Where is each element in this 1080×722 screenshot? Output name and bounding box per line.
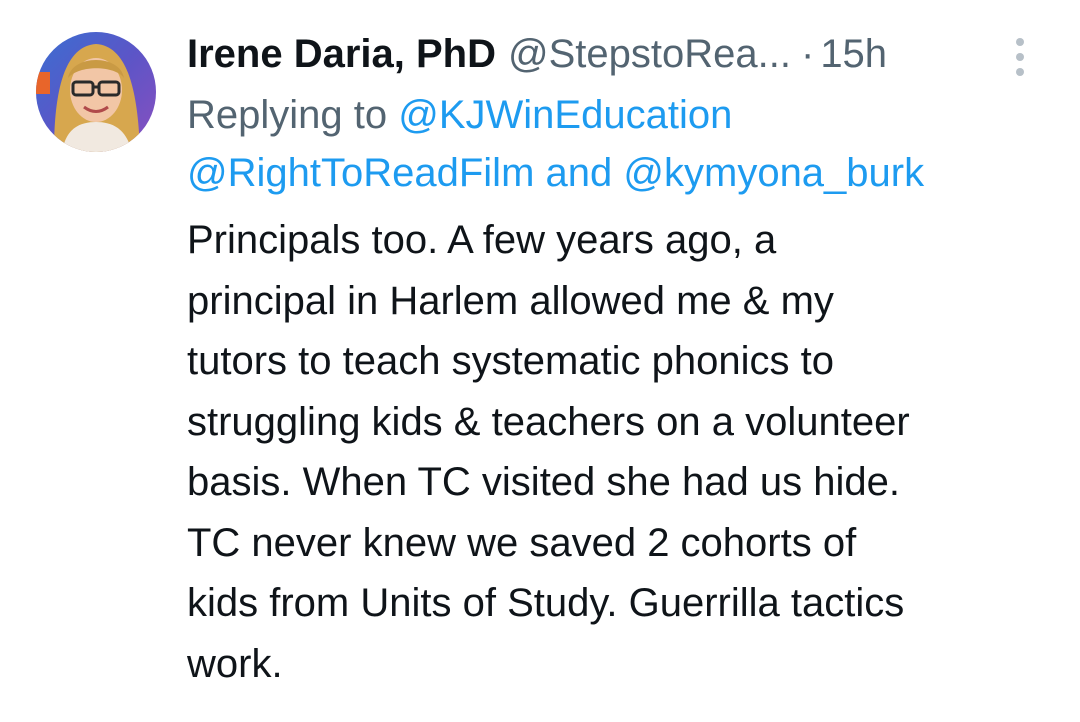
separator-dot: · bbox=[800, 32, 815, 76]
timestamp[interactable]: 15h bbox=[820, 28, 887, 80]
more-dot bbox=[1016, 53, 1024, 61]
tweet-body: Principals too. A few years ago, a princ… bbox=[187, 210, 1037, 694]
tweet-body-line: principal in Harlem allowed me & my bbox=[187, 278, 834, 323]
tweet-body-line: kids from Units of Study. Guerrilla tact… bbox=[187, 581, 905, 625]
tweet-body-line: tutors to teach systematic phonics to bbox=[187, 339, 834, 383]
avatar[interactable] bbox=[36, 32, 156, 152]
author-name[interactable]: Irene Daria, PhD bbox=[187, 28, 496, 80]
avatar-image bbox=[36, 32, 156, 152]
tweet-body-line: Principals too. A few years ago, a bbox=[187, 218, 777, 262]
replying-prefix: Replying to bbox=[187, 93, 388, 137]
mention-link[interactable]: @RightToReadFilm bbox=[187, 151, 534, 195]
mention-link[interactable]: @KJWinEducation bbox=[398, 93, 732, 137]
tweet-body-line: struggling kids & teachers on a voluntee… bbox=[187, 399, 910, 444]
more-dot bbox=[1016, 68, 1024, 76]
tweet-body-line: work. bbox=[187, 641, 283, 686]
tweet-content: Irene Daria, PhD @StepstoRea... · 15h Re… bbox=[187, 28, 1047, 694]
mention-link[interactable]: @kymyona_burk bbox=[623, 151, 924, 195]
mention-joiner: and bbox=[545, 151, 613, 195]
tweet-body-line: TC never knew we saved 2 cohorts of bbox=[187, 520, 857, 565]
author-handle[interactable]: @StepstoRea... bbox=[508, 28, 791, 80]
tweet-header: Irene Daria, PhD @StepstoRea... · 15h bbox=[187, 28, 1047, 80]
replying-to: Replying to @KJWinEducation @RightToRead… bbox=[187, 86, 1047, 202]
tweet[interactable]: Irene Daria, PhD @StepstoRea... · 15h Re… bbox=[0, 0, 1080, 722]
tweet-body-line: basis. When TC visited she had us hide. bbox=[187, 460, 900, 504]
more-vertical-icon[interactable] bbox=[1010, 38, 1030, 76]
more-dot bbox=[1016, 38, 1024, 46]
